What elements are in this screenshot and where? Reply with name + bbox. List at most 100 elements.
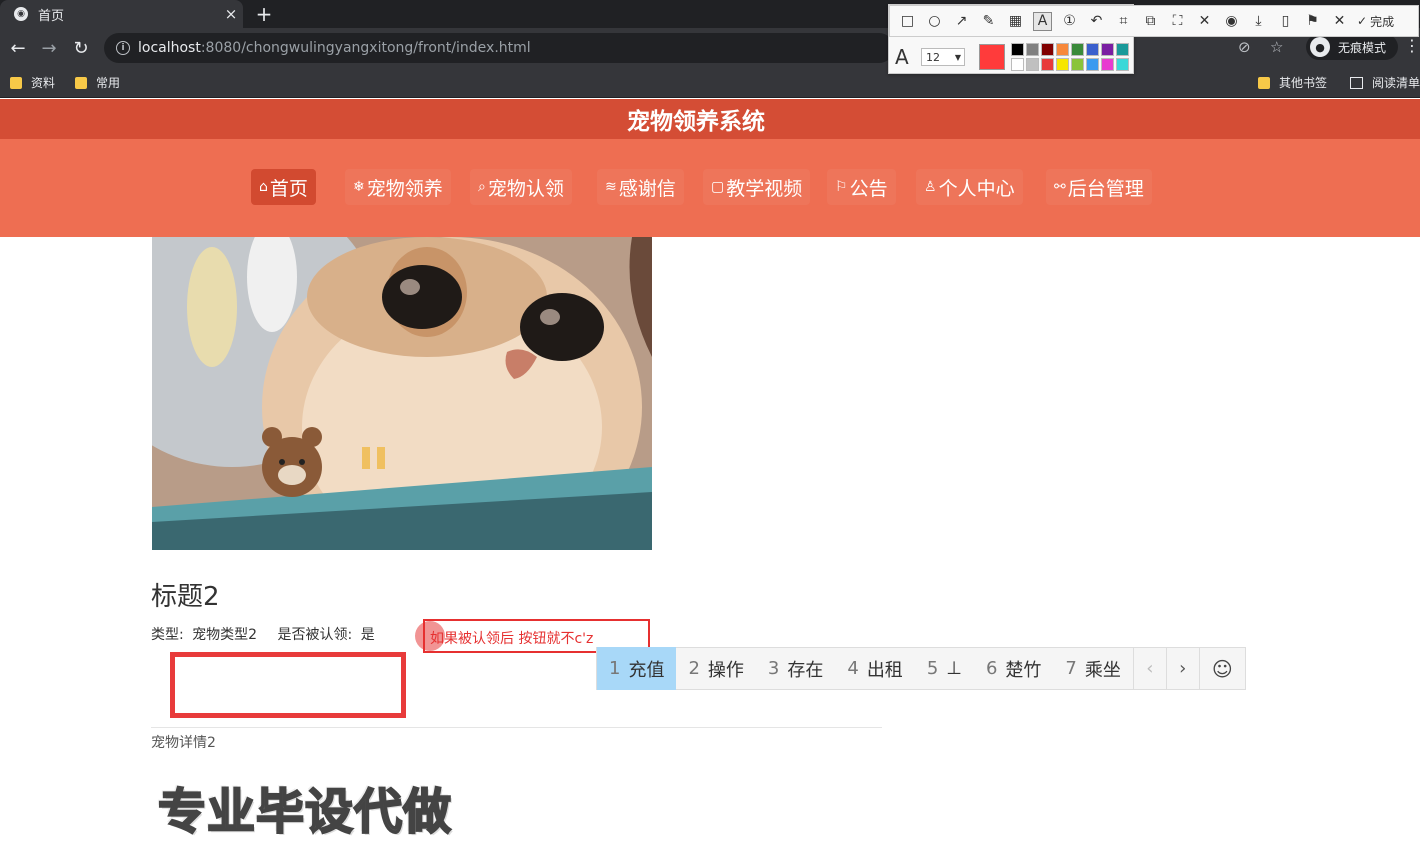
folder-icon [10,76,22,89]
menu-icon[interactable]: ⋮ [1404,36,1420,55]
annotation-tools-row: □ ○ ↗ ✎ ▦ A ① ↶ ⌗ ⧉ ⛶ ✕ ◉ ⤓ ▯ ⚑ ✕ ✓ 完成 [889,5,1419,37]
nav-announcements[interactable]: ⚐ 公告 [827,169,896,205]
ellipse-icon[interactable]: ○ [925,12,944,31]
forward-arrow-icon[interactable]: → [37,36,61,60]
nav-teaching-videos[interactable]: ▢ 教学视频 [703,169,811,205]
text-tool-icon[interactable]: A [1033,11,1052,31]
ime-candidate-text: 乘坐 [1084,659,1121,681]
color-swatch[interactable] [1086,58,1099,71]
video-icon: ▢ [711,179,725,195]
close-icon[interactable]: ✕ [1330,12,1349,31]
color-swatch[interactable] [1101,58,1114,71]
browser-tab[interactable]: ◉ 首页 × [0,0,243,28]
color-swatch[interactable] [1011,43,1024,56]
back-arrow-icon[interactable]: ← [6,36,30,60]
pen-icon[interactable]: ✎ [979,12,998,31]
color-swatch[interactable] [1056,58,1069,71]
crop-icon[interactable]: ⌗ [1114,12,1133,31]
color-swatch[interactable] [1116,58,1129,71]
nav-pet-adoption[interactable]: ❄ 宠物领养 [345,169,451,205]
record-icon[interactable]: ◉ [1222,12,1241,31]
type-label: 类型: [151,627,184,643]
nav-personal-center[interactable]: ♙ 个人中心 [916,169,1023,205]
info-icon[interactable]: i [116,41,130,55]
color-swatch[interactable] [1026,43,1039,56]
color-swatch[interactable] [1116,43,1129,56]
reading-list-icon [1350,76,1363,89]
bookmark-icon[interactable]: ⚑ [1303,12,1322,31]
current-color-swatch[interactable] [979,44,1005,70]
nav-thank-you-letters[interactable]: ≋ 感谢信 [597,169,684,205]
ime-prev-button[interactable]: ‹ [1132,647,1166,690]
address-bar[interactable]: i localhost :8080/chongwulingyangxitong/… [104,33,894,63]
smiley-icon[interactable]: ☺ [1198,647,1245,690]
undo-icon[interactable]: ↶ [1087,12,1106,31]
fullscreen-icon[interactable]: ⛶ [1168,12,1187,31]
ime-candidate-number: 2 [688,658,700,679]
download-icon[interactable]: ⤓ [1249,12,1268,31]
done-label: 完成 [1370,14,1395,29]
color-swatch[interactable] [1101,43,1114,56]
url-path: :8080/chongwulingyangxitong/front/index.… [200,40,531,56]
ime-candidate-number: 4 [847,658,859,679]
font-size-select[interactable]: 12 ▼ [921,48,965,66]
color-swatch[interactable] [1011,58,1024,71]
ime-candidate-number: 3 [767,658,780,679]
color-swatch[interactable] [1041,43,1054,56]
eye-slash-icon[interactable]: ⊘ [1238,38,1251,56]
ime-candidate-number: 1 [609,658,621,679]
incognito-icon: ● [1310,37,1330,57]
user-icon: ♙ [924,179,937,195]
pet-detail: 宠物详情2 [151,735,216,751]
ime-candidate[interactable]: 1 充值 [597,647,677,690]
nav-label: 宠物领养 [366,177,443,200]
color-swatch[interactable] [1071,43,1084,56]
done-button[interactable]: ✓ 完成 [1357,13,1394,30]
nav-label: 教学视频 [726,177,803,200]
rectangle-icon[interactable]: □ [898,12,917,31]
incognito-badge[interactable]: ● 无痕模式 [1306,34,1398,60]
ime-candidate[interactable]: 6 楚竹 [974,647,1053,690]
ime-candidate[interactable]: 5 ⊥ [915,647,974,690]
phone-icon[interactable]: ▯ [1276,12,1295,31]
color-swatch[interactable] [1041,58,1054,71]
pin-icon[interactable]: ✕ [1195,12,1214,31]
bookmark-folder[interactable]: 资料 [10,74,55,91]
home-icon: ⌂ [259,179,268,195]
color-swatch[interactable] [1086,43,1099,56]
close-icon[interactable]: × [219,5,243,23]
new-tab-button[interactable]: + [252,2,276,26]
number-icon[interactable]: ① [1060,12,1079,31]
nav-label: 后台管理 [1067,177,1144,200]
mosaic-icon[interactable]: ▦ [1006,12,1025,31]
color-swatch[interactable] [1056,43,1069,56]
nav-label: 感谢信 [618,177,676,200]
ime-candidate[interactable]: 2 操作 [676,647,755,690]
color-swatch[interactable] [1026,58,1039,71]
ime-candidate[interactable]: 3 存在 [756,647,835,690]
ime-candidate[interactable]: 7 乘坐 [1053,647,1132,690]
claimed-value: 是 [360,627,375,643]
nav-admin[interactable]: ⚯ 后台管理 [1046,169,1152,205]
ime-candidate[interactable]: 4 出租 [835,647,914,690]
ime-candidate-number: 5 [926,658,939,679]
arrow-icon[interactable]: ↗ [952,12,971,31]
star-icon[interactable]: ☆ [1270,38,1283,56]
color-swatch[interactable] [1071,58,1084,71]
pet-photo [152,237,652,550]
reading-list[interactable]: 阅读清单 [1350,74,1420,91]
copy-icon[interactable]: ⧉ [1141,12,1160,31]
nav-label: 个人中心 [938,177,1015,200]
ime-candidate-text: 楚竹 [1005,659,1042,681]
ime-next-button[interactable]: › [1165,647,1199,690]
chevron-down-icon: ▼ [954,52,961,62]
ime-candidate-number: 7 [1065,658,1077,679]
reload-icon[interactable]: ↻ [69,36,93,60]
nav-pet-claim[interactable]: ⌕ 宠物认领 [470,169,572,205]
type-value: 宠物类型2 [192,627,258,643]
folder-icon [75,76,87,89]
bookmark-folder[interactable]: 其他书签 [1258,74,1327,91]
bookmarks-bar: 资料 常用 其他书签 阅读清单 [0,68,1420,98]
bookmark-folder[interactable]: 常用 [75,74,120,91]
nav-home[interactable]: ⌂ 首页 [251,169,316,205]
